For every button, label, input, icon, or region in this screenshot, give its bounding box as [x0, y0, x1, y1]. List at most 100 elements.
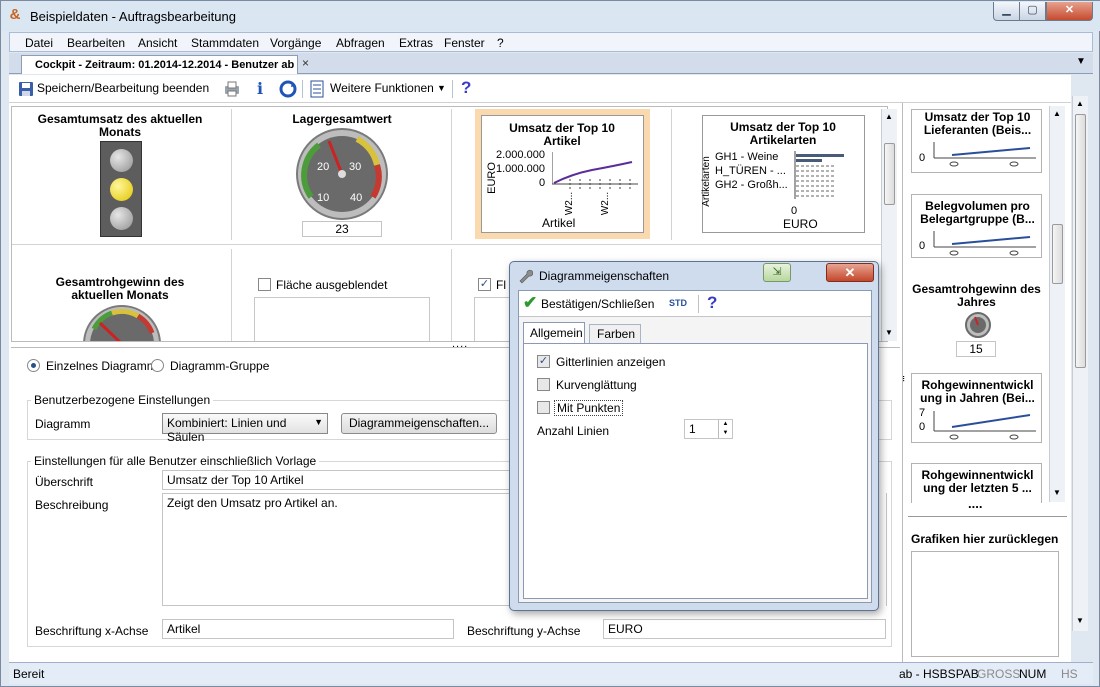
sidebar-more-indicator[interactable]: ....	[968, 496, 982, 511]
menu-help[interactable]: ?	[497, 36, 504, 50]
scrollbar-thumb[interactable]	[1075, 114, 1086, 368]
gross-profit-year-readout: 15	[956, 341, 996, 357]
grid-lines-label: Gitterlinien anzeigen	[556, 355, 666, 369]
maximize-button[interactable]: ▢	[1019, 2, 1046, 21]
menu-extras[interactable]: Extras	[399, 36, 433, 50]
menu-stammdaten[interactable]: Stammdaten	[191, 36, 259, 50]
menu-datei[interactable]: Datei	[25, 36, 53, 50]
hidden-area-placeholder	[254, 297, 430, 341]
tab-dropdown-icon[interactable]: ▼	[1076, 56, 1086, 67]
more-functions-chevron-down-icon[interactable]: ▼	[437, 83, 446, 93]
cockpit-scrollbar[interactable]: ▲ ▼	[881, 109, 897, 341]
radio-diagram-group[interactable]	[151, 359, 164, 372]
gauge-stock-value[interactable]: 20 30 10 40	[295, 127, 389, 221]
widget-top10-suppliers[interactable]: Umsatz der Top 10 Lieferanten (Beis... 0	[911, 109, 1042, 173]
scroll-down-icon[interactable]: ▼	[885, 328, 893, 337]
tab-colors[interactable]: Farben	[589, 324, 641, 343]
spinner-up-icon[interactable]: ▲	[718, 420, 732, 429]
status-text: Bereit	[13, 667, 45, 681]
scroll-down-icon[interactable]: ▼	[1053, 488, 1061, 497]
mini-line-chart	[933, 411, 1036, 440]
dialog-close-button[interactable]: ✕	[826, 263, 874, 282]
refresh-icon[interactable]	[279, 80, 297, 98]
mini-line-chart	[933, 142, 1036, 167]
chart-ytick: 2.000.000	[496, 149, 545, 161]
chart-top10-articles-title: Umsatz der Top 10 Artikel	[509, 121, 615, 148]
gauge-gross-profit-month[interactable]	[82, 299, 162, 342]
print-preview-icon[interactable]	[223, 80, 241, 98]
xaxis-input[interactable]: Artikel	[162, 619, 454, 639]
minimize-button[interactable]: ▁	[993, 2, 1020, 21]
heading-input[interactable]: Umsatz der Top 10 Artikel	[162, 470, 512, 490]
with-points-checkbox[interactable]	[537, 401, 550, 414]
grid-divider	[231, 249, 232, 341]
line-count-spinner[interactable]: 1 ▲ ▼	[684, 419, 733, 439]
scroll-up-icon[interactable]: ▲	[1076, 99, 1084, 108]
diagram-type-select[interactable]: Kombiniert: Linien und Säulen ▼	[162, 413, 328, 444]
help-icon[interactable]: ?	[461, 78, 471, 98]
scrollbar-thumb[interactable]	[1052, 224, 1063, 284]
mini-gauge-icon[interactable]	[964, 311, 992, 339]
widget-document-volume-title-b: Belegartgruppe (B...	[920, 212, 1035, 226]
widget-revenue-month-title: Gesamtumsatz des aktuellen Monats	[37, 112, 203, 139]
tab-close-icon[interactable]: ×	[302, 56, 309, 70]
gauge-tick-20: 20	[317, 161, 329, 173]
diagram-properties-button[interactable]: Diagrammeigenschaften...	[341, 413, 497, 434]
confirm-close-button[interactable]: Bestätigen/Schließen	[541, 297, 654, 311]
app-window: & Beispieldaten - Auftragsbearbeitung ▁ …	[0, 0, 1100, 687]
description-textarea[interactable]: Zeigt den Umsatz pro Artikel an.	[162, 493, 512, 606]
yaxis-input[interactable]: EURO	[603, 619, 886, 639]
window-scrollbar[interactable]: ▲ ▼	[1072, 96, 1088, 631]
dialog-dock-button[interactable]: ⇲	[763, 263, 791, 282]
dropzone-area[interactable]	[911, 551, 1059, 657]
scroll-up-icon[interactable]: ▲	[1053, 109, 1061, 118]
tab-cockpit[interactable]: Cockpit - Zeitraum: 01.2014-12.2014 - Be…	[21, 55, 298, 74]
grid-lines-checkbox[interactable]: ✓	[537, 355, 550, 368]
wrench-icon	[519, 269, 533, 284]
dialog-title: Diagrammeigenschaften	[539, 269, 670, 283]
toolbar-separator	[698, 295, 699, 313]
dialog-help-icon[interactable]: ?	[707, 293, 717, 313]
area-hidden-checkbox[interactable]	[258, 278, 271, 291]
scroll-up-icon[interactable]: ▲	[885, 112, 893, 121]
sidebar-scrollbar[interactable]: ▲ ▼	[1049, 106, 1065, 502]
tab-general[interactable]: Allgemein	[523, 322, 585, 343]
close-button[interactable]: ✕	[1046, 2, 1093, 21]
functions-icon	[310, 80, 324, 98]
smoothing-checkbox[interactable]	[537, 378, 550, 391]
radio-single-diagram[interactable]	[27, 359, 40, 372]
info-icon[interactable]: i	[257, 79, 263, 98]
menu-vorgaenge[interactable]: Vorgänge	[270, 36, 321, 50]
line-count-label: Anzahl Linien	[537, 424, 610, 438]
toolbar-separator	[452, 80, 453, 98]
grid-divider	[12, 244, 882, 245]
chart-top10-article-types[interactable]: Umsatz der Top 10 Artikelarten Artikelar…	[700, 115, 865, 233]
traffic-light-icon[interactable]	[100, 141, 142, 237]
chart-top10-article-types-xlabel: EURO	[783, 217, 818, 231]
widget-top10-articles-selected[interactable]: Umsatz der Top 10 Artikel EURO 2.000.000…	[475, 109, 650, 239]
widget-document-volume[interactable]: Belegvolumen pro Belegartgruppe (B... 0	[911, 194, 1042, 258]
document-tab-strip: Cockpit - Zeitraum: 01.2014-12.2014 - Be…	[9, 53, 1093, 74]
std-button[interactable]: STD	[669, 298, 687, 308]
save-button[interactable]: Speichern/Bearbeitung beenden	[37, 81, 209, 95]
chart-top10-article-types-ylabel: Artikelarten	[700, 156, 712, 207]
menu-ansicht[interactable]: Ansicht	[138, 36, 177, 50]
chart-ytick: 1.000.000	[496, 163, 545, 175]
area-hidden-checkbox-2[interactable]: ✓	[478, 278, 491, 291]
widget-profit-trend-years[interactable]: Rohgewinnentwickl ung in Jahren (Bei... …	[911, 373, 1042, 443]
area-hidden-label: Fläche ausgeblendet	[276, 278, 388, 292]
chart-top10-articles[interactable]: Umsatz der Top 10 Artikel EURO 2.000.000…	[481, 115, 644, 233]
widget-stock-value-title: Lagergesamtwert	[292, 112, 392, 126]
spinner-down-icon[interactable]: ▼	[718, 429, 732, 438]
chart-category: GH1 - Weine	[715, 151, 779, 163]
tab-general-panel: ✓ Gitterlinien anzeigen Kurvenglättung M…	[523, 343, 868, 599]
scroll-down-icon[interactable]: ▼	[1076, 616, 1084, 625]
more-functions-button[interactable]: Weitere Funktionen	[330, 81, 434, 95]
chart-top10-articles-xlabel: Artikel	[542, 216, 576, 230]
scrollbar-thumb[interactable]	[884, 143, 895, 205]
sidebar-splitter-grip[interactable]: ...	[900, 375, 912, 381]
menu-fenster[interactable]: Fenster	[444, 36, 485, 50]
menu-bearbeiten[interactable]: Bearbeiten	[67, 36, 125, 50]
menu-abfragen[interactable]: Abfragen	[336, 36, 385, 50]
widget-sidebar: Umsatz der Top 10 Lieferanten (Beis... 0…	[902, 103, 1071, 662]
